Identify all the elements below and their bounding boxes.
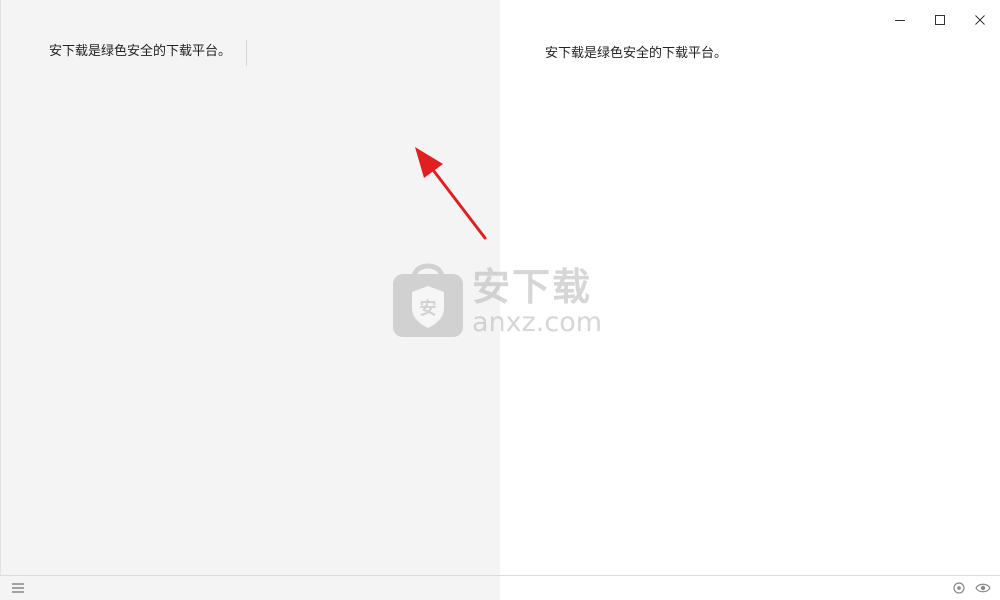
markdown-editor-window: 安下载是绿色安全的下载平台。 安下载是绿色安全的下载平台。 安 安下载 anxz…	[0, 0, 1000, 600]
status-bar-right-icons	[950, 579, 992, 597]
editor-pane[interactable]: 安下载是绿色安全的下载平台。	[0, 0, 500, 575]
maximize-icon	[935, 15, 945, 25]
menu-button[interactable]	[8, 579, 28, 597]
minimize-button[interactable]	[880, 0, 920, 40]
editor-text[interactable]: 安下载是绿色安全的下载平台。	[49, 43, 231, 61]
preview-text: 安下载是绿色安全的下载平台。	[545, 46, 728, 61]
status-bar	[0, 575, 1000, 600]
status-bar-left-section	[0, 576, 500, 600]
focus-mode-button[interactable]	[950, 579, 968, 597]
target-icon	[953, 582, 965, 594]
preview-toggle-button[interactable]	[974, 579, 992, 597]
preview-pane: 安下载是绿色安全的下载平台。	[500, 0, 1000, 575]
text-caret	[246, 40, 247, 66]
minimize-icon	[895, 20, 905, 21]
close-button[interactable]	[960, 0, 1000, 40]
maximize-button[interactable]	[920, 0, 960, 40]
hamburger-menu-icon	[12, 583, 24, 593]
close-icon	[975, 15, 985, 25]
eye-icon	[975, 583, 991, 593]
window-controls	[880, 0, 1000, 40]
